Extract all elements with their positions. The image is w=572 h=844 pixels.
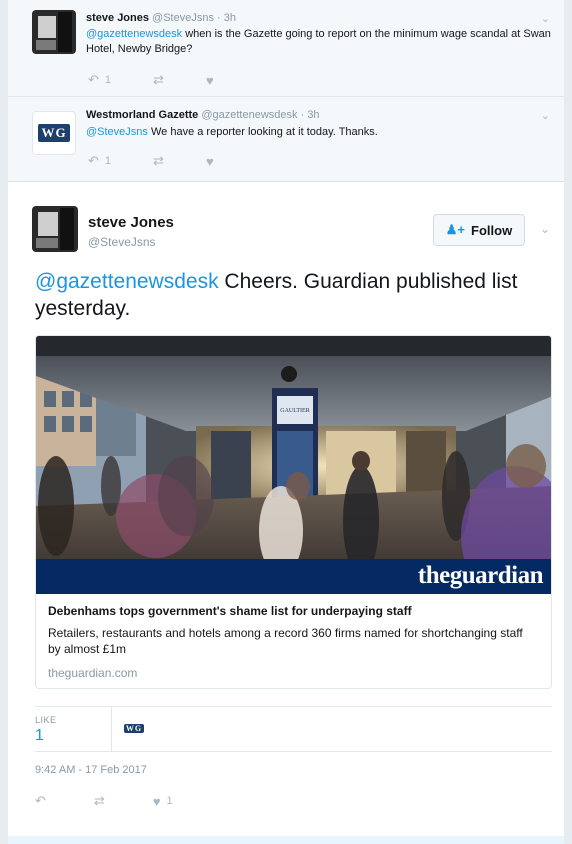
storefront-sign: GAULTIER [280, 408, 309, 414]
mention-link[interactable]: @gazettenewsdesk [35, 270, 219, 293]
westmorland-gazette-logo: WG [38, 124, 70, 142]
reply-header: Westmorland Gazette @gazettenewsdesk · 3… [86, 109, 320, 121]
reply-text: @SteveJsns We have a reporter looking at… [86, 125, 556, 140]
reply-tweet-steve[interactable]: steve Jones @SteveJsns · 3h ⌄ @gazettene… [8, 0, 564, 97]
reply-tweet-gazette[interactable]: WG Westmorland Gazette @gazettenewsdesk … [8, 97, 564, 182]
separator-dot: · [300, 109, 305, 121]
guardian-brand-bar: theguardian [36, 559, 551, 594]
tweet-time[interactable]: 3h [307, 109, 319, 121]
like-button[interactable]: ♥ [206, 73, 214, 88]
like-count: 1 [166, 795, 173, 807]
author-name[interactable]: Westmorland Gazette [86, 109, 198, 121]
author-handle[interactable]: @SteveJsns [152, 12, 214, 24]
retweet-icon: ⇄ [153, 72, 164, 87]
add-user-icon: ♟+ [445, 222, 466, 237]
mention-link[interactable]: @SteveJsns [86, 126, 148, 138]
like-button[interactable]: ♥ [206, 154, 214, 169]
reply-body: We have a reporter looking at it today. … [147, 126, 378, 138]
reply-header: steve Jones @SteveJsns · 3h [86, 12, 236, 24]
reply-button[interactable]: ↶ 1 [88, 72, 111, 88]
tweet-time[interactable]: 3h [224, 12, 236, 24]
tweet-actions: ↶ 1 ⇄ ♥ [88, 153, 256, 169]
reply-icon: ↶ [88, 72, 99, 87]
heart-icon: ♥ [205, 72, 214, 88]
like-button[interactable]: ♥ 1 [153, 794, 173, 809]
author-name[interactable]: steve Jones [86, 12, 149, 24]
author-handle[interactable]: @SteveJsns [88, 235, 156, 249]
tweet-stats: LIKE 1 WG [35, 706, 552, 752]
mention-link[interactable]: @gazettenewsdesk [86, 28, 182, 40]
card-title: Debenhams tops government's shame list f… [48, 604, 412, 618]
retweet-button[interactable]: ⇄ [153, 72, 164, 88]
reply-button[interactable]: ↶ [35, 793, 46, 809]
follow-button[interactable]: ♟+ Follow [433, 214, 525, 246]
retweet-icon: ⇄ [93, 793, 105, 808]
likes-count[interactable]: 1 [35, 727, 44, 745]
follow-label: Follow [471, 222, 513, 238]
reply-count: 1 [104, 155, 112, 167]
reply-text: @gazettenewsdesk when is the Gazette goi… [86, 27, 556, 57]
reply-button[interactable]: ↶ 1 [88, 153, 111, 169]
card-image[interactable]: GAULTIER [36, 336, 552, 594]
guardian-logo: theguardian [417, 562, 544, 589]
stats-divider [111, 707, 112, 751]
chevron-down-icon[interactable]: ⌄ [541, 109, 550, 122]
westmorland-gazette-logo: WG [123, 723, 145, 733]
separator-dot: · [217, 12, 221, 24]
author-handle[interactable]: @gazettenewsdesk [201, 109, 297, 121]
reply-composer-strip[interactable] [8, 836, 564, 844]
avatar[interactable] [32, 206, 78, 252]
liker-avatar[interactable]: WG [123, 721, 145, 735]
link-card[interactable]: GAULTIER theguardian Debenhams tops gove… [35, 335, 552, 689]
tweet-actions: ↶ 1 ⇄ ♥ [88, 72, 256, 88]
tweet-timestamp[interactable]: 9:42 AM - 17 Feb 2017 [35, 764, 147, 776]
reply-count: 1 [104, 74, 112, 86]
likes-label: LIKE [35, 715, 57, 725]
reply-icon: ↶ [88, 153, 99, 168]
reply-icon: ↶ [35, 793, 46, 808]
heart-icon: ♥ [152, 793, 161, 809]
tweet-actions: ↶ ⇄ ♥ 1 [35, 793, 221, 809]
chevron-down-icon[interactable]: ⌄ [540, 222, 550, 236]
card-description: Retailers, restaurants and hotels among … [48, 626, 523, 656]
tweet-text: @gazettenewsdesk Cheers. Guardian publis… [35, 268, 540, 322]
avatar[interactable] [32, 10, 76, 54]
retweet-button[interactable]: ⇄ [153, 153, 164, 169]
heart-icon: ♥ [205, 153, 214, 169]
chevron-down-icon[interactable]: ⌄ [541, 12, 550, 25]
tweet-timeline: steve Jones @SteveJsns · 3h ⌄ @gazettene… [8, 0, 564, 844]
retweet-button[interactable]: ⇄ [94, 793, 105, 809]
retweet-icon: ⇄ [153, 153, 164, 168]
card-domain: theguardian.com [48, 666, 138, 680]
author-name[interactable]: steve Jones [88, 214, 174, 231]
avatar[interactable]: WG [32, 111, 76, 155]
